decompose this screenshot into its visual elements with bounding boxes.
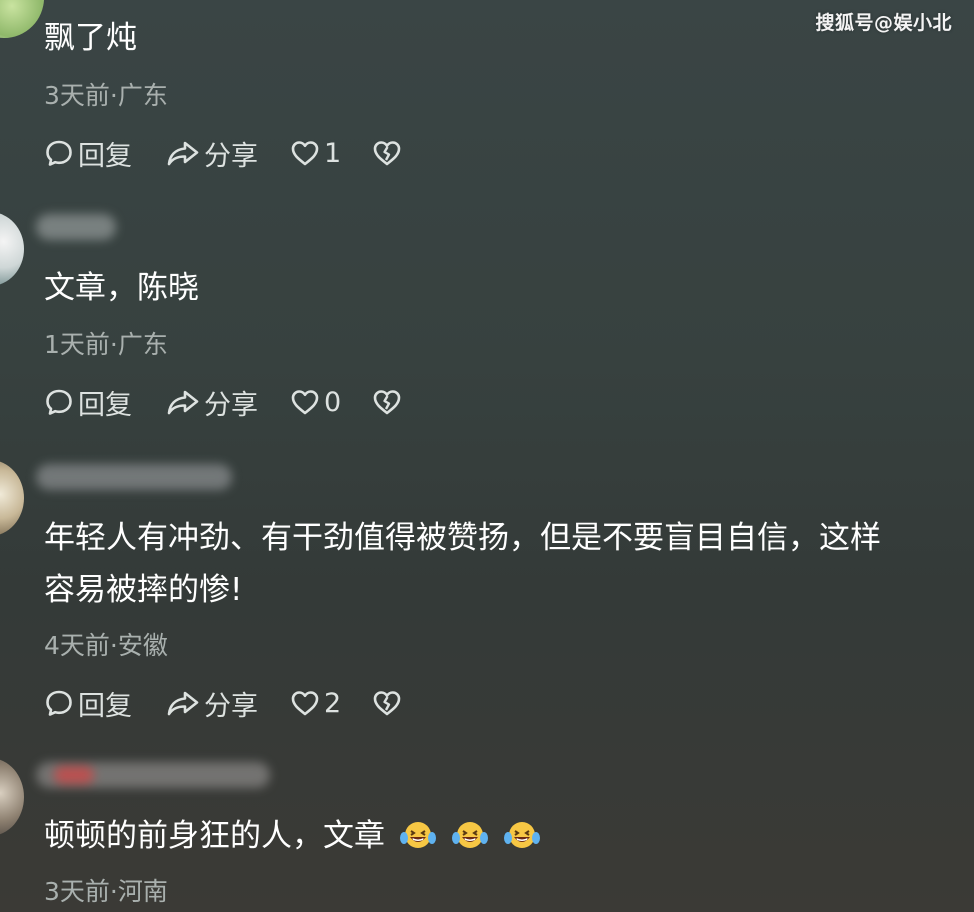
share-arrow-icon — [167, 141, 199, 166]
comment-text-line: 容易被摔的惨! — [44, 572, 243, 608]
broken-heart-icon — [373, 691, 401, 716]
heart-outline-icon — [291, 390, 319, 415]
comment-time-location: 3天前·河南 — [44, 877, 168, 906]
comment-actions: 回复 分享 1 — [44, 134, 402, 173]
reply-button[interactable]: 回复 — [44, 383, 166, 422]
avatar[interactable] — [0, 212, 24, 286]
comment-actions: 回复 分享 2 — [44, 684, 402, 723]
like-count: 0 — [324, 386, 342, 418]
like-button[interactable]: 1 — [290, 138, 372, 169]
heart-outline-icon — [291, 691, 319, 716]
share-arrow-icon — [167, 691, 199, 716]
share-button[interactable]: 分享 — [166, 134, 290, 173]
comment-actions: 回复 分享 0 — [44, 383, 402, 422]
dislike-button[interactable] — [372, 388, 402, 416]
like-button[interactable]: 0 — [290, 387, 372, 418]
avatar[interactable] — [0, 0, 44, 38]
comment-time-location: 4天前·安徽 — [44, 631, 168, 660]
reply-button[interactable]: 回复 — [44, 134, 166, 173]
watermark: 搜狐号@娱小北 — [815, 12, 952, 34]
comment-text: 飘了炖 — [44, 20, 137, 56]
speech-bubble-icon — [46, 690, 72, 716]
share-label: 分享 — [204, 690, 258, 722]
reply-label: 回复 — [78, 389, 132, 421]
like-count: 2 — [324, 687, 342, 719]
reply-label: 回复 — [78, 690, 132, 722]
broken-heart-icon — [373, 141, 401, 166]
comment-text-content: 顿顿的前身狂的人，文章 — [44, 818, 385, 854]
username-blurred[interactable] — [36, 464, 232, 490]
avatar[interactable] — [0, 758, 24, 836]
comment-text: 文章，陈晓 — [44, 270, 199, 306]
comment-text-line: 年轻人有冲劲、有干劲值得被赞扬，但是不要盲目自信，这样 — [44, 520, 881, 556]
like-button[interactable]: 2 — [290, 688, 372, 719]
comment-text: 顿顿的前身狂的人，文章 — [44, 812, 541, 860]
broken-heart-icon — [373, 390, 401, 415]
share-button[interactable]: 分享 — [166, 383, 290, 422]
share-button[interactable]: 分享 — [166, 684, 290, 723]
username-blurred[interactable] — [36, 762, 270, 788]
dislike-button[interactable] — [372, 139, 402, 167]
share-arrow-icon — [167, 390, 199, 415]
heart-outline-icon — [291, 141, 319, 166]
laughing-tears-emoji — [452, 821, 488, 848]
username-blurred[interactable] — [36, 214, 116, 240]
laughing-tears-emoji — [504, 821, 540, 848]
share-label: 分享 — [204, 389, 258, 421]
laughing-tears-emoji — [400, 821, 436, 848]
share-label: 分享 — [204, 140, 258, 172]
like-count: 1 — [324, 137, 342, 169]
comment-time-location: 3天前·广东 — [44, 81, 168, 110]
reply-button[interactable]: 回复 — [44, 684, 166, 723]
speech-bubble-icon — [46, 140, 72, 166]
avatar[interactable] — [0, 460, 24, 536]
comment-time-location: 1天前·广东 — [44, 330, 168, 359]
dislike-button[interactable] — [372, 689, 402, 717]
speech-bubble-icon — [46, 389, 72, 415]
reply-label: 回复 — [78, 140, 132, 172]
